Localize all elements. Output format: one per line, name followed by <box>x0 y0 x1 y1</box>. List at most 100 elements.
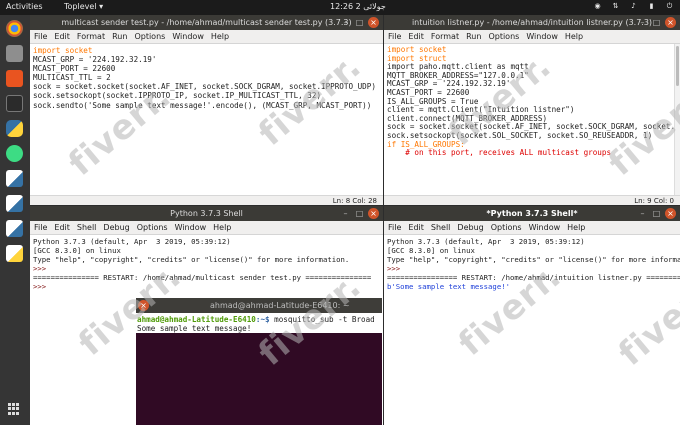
battery-icon[interactable]: ▮ <box>647 1 656 11</box>
minimize-icon[interactable]: – <box>637 208 648 219</box>
menu-options[interactable]: Options <box>488 30 519 43</box>
code-line: MCAST_PORT = 22600 <box>33 64 116 74</box>
menu-file[interactable]: File <box>34 221 47 234</box>
volume-icon[interactable]: ♪ <box>629 1 638 11</box>
menu-shell[interactable]: Shell <box>77 221 97 234</box>
code-line: sock.sendto('Some sample text message!'.… <box>33 100 372 110</box>
app-menu[interactable]: Toplevel ▾ <box>64 2 103 11</box>
files-icon[interactable] <box>6 45 23 62</box>
vertical-scrollbar[interactable] <box>674 44 680 195</box>
shell-line: Python 3.7.3 (default, Apr 3 2019, 05:39… <box>33 237 231 246</box>
menu-help[interactable]: Help <box>565 30 583 43</box>
maximize-icon[interactable]: □ <box>651 17 662 28</box>
terminal-title: ahmad@ahmad-Latitude-E6410: ~ <box>210 301 350 310</box>
network-icon[interactable]: ⇅ <box>611 1 620 11</box>
prompt-path: :~$ <box>255 315 270 324</box>
code-line: # on this port, receives ALL multicast g… <box>387 148 612 158</box>
idle-icon[interactable] <box>6 170 23 187</box>
window-titlebar[interactable]: Python 3.7.3 Shell – □ × <box>30 206 383 221</box>
menu-window[interactable]: Window <box>526 30 558 43</box>
activities-button[interactable]: Activities <box>6 2 43 11</box>
terminal-message: Some sample text message! <box>137 324 252 333</box>
shell-line: Type "help", "copyright", "credits" or "… <box>387 255 680 265</box>
python-icon[interactable] <box>6 120 23 137</box>
menu-options[interactable]: Options <box>137 221 168 234</box>
menu-help[interactable]: Help <box>211 30 229 43</box>
menu-run[interactable]: Run <box>466 30 481 43</box>
idle-icon[interactable] <box>6 220 23 237</box>
minimize-icon[interactable]: – <box>637 17 648 28</box>
menu-window[interactable]: Window <box>175 221 207 234</box>
menu-file[interactable]: File <box>388 221 401 234</box>
shell-prompt: >>> <box>387 264 405 274</box>
shell-output[interactable]: Python 3.7.3 (default, Apr 3 2019, 05:39… <box>384 235 680 294</box>
menu-format[interactable]: Format <box>77 30 105 43</box>
clock[interactable]: 12:26 2 جولائی <box>330 2 386 11</box>
chrome-icon[interactable] <box>6 20 23 37</box>
menu-window[interactable]: Window <box>529 221 561 234</box>
terminal-command: mosquitto_sub -t Broad <box>269 315 375 324</box>
menu-debug[interactable]: Debug <box>457 221 483 234</box>
sender-editor-window: multicast sender test.py - /home/ahmad/m… <box>30 15 383 205</box>
software-center-icon[interactable] <box>6 70 23 87</box>
maximize-icon[interactable]: □ <box>651 208 662 219</box>
window-title: *Python 3.7.3 Shell* <box>486 209 578 218</box>
menu-run[interactable]: Run <box>112 30 127 43</box>
chrome-tray-icon[interactable]: ◉ <box>593 1 602 11</box>
terminal-window: × ahmad@ahmad-Latitude-E6410: ~ ahmad@ah… <box>136 298 382 425</box>
idle-icon[interactable] <box>6 245 23 262</box>
prompt-user: ahmad@ahmad-Latitude-E6410 <box>137 315 256 324</box>
menu-edit[interactable]: Edit <box>408 221 424 234</box>
maximize-icon[interactable]: □ <box>354 17 365 28</box>
menu-file[interactable]: File <box>388 30 401 43</box>
code-editor[interactable]: import socket import struct import paho.mq… <box>384 44 680 160</box>
code-line: import socket <box>33 46 93 55</box>
menu-debug[interactable]: Debug <box>103 221 129 234</box>
close-icon[interactable]: × <box>138 300 149 311</box>
menu-edit[interactable]: Edit <box>408 30 424 43</box>
minimize-icon[interactable]: – <box>340 208 351 219</box>
status-bar: Ln: 9 Col: 0 <box>384 195 680 205</box>
shell-received-message: b'Some sample text message!' <box>387 282 511 292</box>
terminal-output[interactable]: ahmad@ahmad-Latitude-E6410:~$ mosquitto_… <box>136 313 382 333</box>
shell-output[interactable]: Python 3.7.3 (default, Apr 3 2019, 05:39… <box>30 235 383 294</box>
android-studio-icon[interactable] <box>6 145 23 162</box>
menu-format[interactable]: Format <box>431 30 459 43</box>
menu-help[interactable]: Help <box>567 221 585 234</box>
menu-file[interactable]: File <box>34 30 47 43</box>
window-titlebar[interactable]: intuition listner.py - /home/ahmad/intui… <box>384 15 680 30</box>
close-icon[interactable]: × <box>665 208 676 219</box>
idle-icon[interactable] <box>6 195 23 212</box>
menu-edit[interactable]: Edit <box>54 221 70 234</box>
shell-prompt: >>> <box>33 282 51 292</box>
menu-edit[interactable]: Edit <box>54 30 70 43</box>
system-tray[interactable]: ◉ ⇅ ♪ ▮ ⏻ <box>593 1 674 11</box>
terminal-titlebar[interactable]: × ahmad@ahmad-Latitude-E6410: ~ <box>136 298 382 313</box>
code-editor[interactable]: import socket MCAST_GRP = '224.192.32.19'… <box>30 44 383 112</box>
close-icon[interactable]: × <box>665 17 676 28</box>
menu-bar: File Edit Shell Debug Options Window Hel… <box>30 221 383 235</box>
status-bar: Ln: 8 Col: 28 <box>30 195 383 205</box>
maximize-icon[interactable]: □ <box>354 208 365 219</box>
show-apps-icon[interactable] <box>8 403 20 415</box>
terminal-icon[interactable] <box>6 95 23 112</box>
listener-editor-window: intuition listner.py - /home/ahmad/intui… <box>384 15 680 205</box>
top-bar: Activities Toplevel ▾ 12:26 2 جولائی ◉ ⇅… <box>0 0 680 15</box>
shell-line: [GCC 8.3.0] on linux <box>33 246 121 256</box>
right-shell-window: *Python 3.7.3 Shell* – □ × File Edit She… <box>384 206 680 425</box>
code-line: sock.setsockopt(socket.IPPROTO_IP, socke… <box>33 91 322 101</box>
window-titlebar[interactable]: *Python 3.7.3 Shell* – □ × <box>384 206 680 221</box>
window-titlebar[interactable]: multicast sender test.py - /home/ahmad/m… <box>30 15 383 30</box>
menu-shell[interactable]: Shell <box>431 221 451 234</box>
window-title: Python 3.7.3 Shell <box>170 209 243 218</box>
minimize-icon[interactable]: – <box>340 17 351 28</box>
menu-options[interactable]: Options <box>491 221 522 234</box>
power-icon[interactable]: ⏻ <box>665 1 674 11</box>
close-icon[interactable]: × <box>368 208 379 219</box>
menu-bar: File Edit Shell Debug Options Window Hel… <box>384 221 680 235</box>
shell-line: Python 3.7.3 (default, Apr 3 2019, 05:39… <box>387 237 585 246</box>
menu-options[interactable]: Options <box>134 30 165 43</box>
close-icon[interactable]: × <box>368 17 379 28</box>
menu-help[interactable]: Help <box>213 221 231 234</box>
menu-window[interactable]: Window <box>172 30 204 43</box>
